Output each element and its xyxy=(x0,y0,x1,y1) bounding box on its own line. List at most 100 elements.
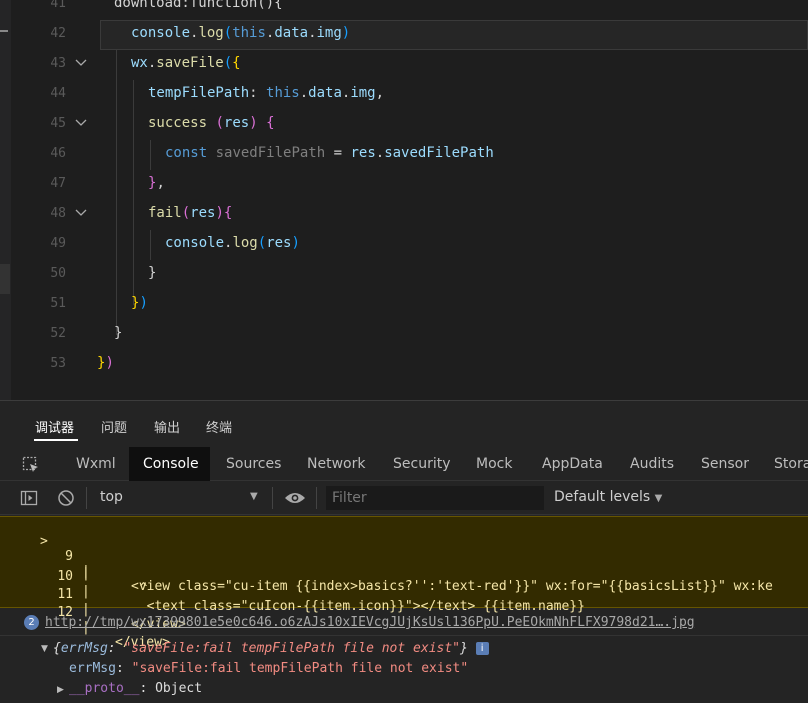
tab-debugger[interactable]: 调试器 xyxy=(35,417,74,436)
tab-audits[interactable]: Audits xyxy=(630,456,674,472)
line-number: 41 xyxy=(50,0,66,11)
code-text: tempFilePath: this.data.img, xyxy=(148,85,385,101)
code-text: wx.saveFile({ xyxy=(131,55,241,71)
code-line-52[interactable]: 52 } xyxy=(11,320,808,350)
code-line-44[interactable]: 44 tempFilePath: this.data.img, xyxy=(11,80,808,110)
line-number: 44 xyxy=(50,86,66,101)
fold-chevron-icon[interactable] xyxy=(75,119,87,127)
clear-console-icon[interactable] xyxy=(57,489,75,511)
code-text: }) xyxy=(97,355,114,371)
code-line-53[interactable]: 53 }) xyxy=(11,350,808,380)
expand-triangle-icon[interactable]: ▶ xyxy=(57,685,64,695)
dropdown-arrow-icon: ▼ xyxy=(654,493,663,504)
repeat-count-badge: 2 xyxy=(24,615,39,630)
tab-security[interactable]: Security xyxy=(393,456,451,472)
tab-console[interactable]: Console xyxy=(143,456,199,472)
line-number: 45 xyxy=(50,116,66,131)
tab-mock[interactable]: Mock xyxy=(476,456,512,472)
tab-network[interactable]: Network xyxy=(307,456,365,472)
summary-key: errMsg xyxy=(60,641,108,656)
tab-storage[interactable]: Stora xyxy=(774,456,808,472)
console-toolbar: top ▼ Default levels ▼ xyxy=(0,481,808,515)
code-text: }) xyxy=(131,295,148,311)
code-text: console.log(this.data.img) xyxy=(131,25,351,41)
context-selector[interactable]: top xyxy=(100,489,123,505)
code-text: } xyxy=(114,325,123,341)
line-number: 43 xyxy=(50,56,66,71)
tab-sources[interactable]: Sources xyxy=(226,456,281,472)
code-text: }, xyxy=(148,175,165,191)
code-editor[interactable]: 41 download:function(){ 42 console.log(t… xyxy=(0,0,808,400)
code-line-45[interactable]: 45 success (res) { xyxy=(11,110,808,140)
line-number: 50 xyxy=(50,266,66,281)
log-levels-label: Default levels xyxy=(554,489,651,505)
object-proto[interactable]: __proto__: Object xyxy=(69,681,202,696)
fold-chevron-icon[interactable] xyxy=(75,209,87,217)
code-line-51[interactable]: 51 }) xyxy=(11,290,808,320)
warning-line: > 9 | <view class="cu-item {{index>basic… xyxy=(0,519,808,594)
code-line-48[interactable]: 48 fail(res){ xyxy=(11,200,808,230)
line-number: 48 xyxy=(50,206,66,221)
line-number: 51 xyxy=(50,296,66,311)
expand-triangle-icon[interactable]: ▼ xyxy=(41,644,48,654)
code-text: success (res) { xyxy=(148,115,275,131)
code-text: fail(res){ xyxy=(148,205,233,221)
devtools-panel: 调试器 问题 输出 终端 Wxml Console Sources Networ… xyxy=(0,400,808,703)
line-number: 46 xyxy=(50,146,66,161)
console-object-entry: ▼ {errMsg: "saveFile:fail tempFilePath f… xyxy=(0,638,808,703)
scroll-marker xyxy=(0,264,10,294)
warning-line: 12 | </view> xyxy=(0,590,808,650)
filter-input[interactable] xyxy=(326,486,544,510)
code-line-47[interactable]: 47 }, xyxy=(11,170,808,200)
summary-value: "saveFile:fail tempFilePath file not exi… xyxy=(123,641,460,656)
code-line-49[interactable]: 49 console.log(res) xyxy=(11,230,808,260)
code-text: download:function(){ xyxy=(114,0,283,11)
tab-problems[interactable]: 问题 xyxy=(101,417,127,436)
code-line-41[interactable]: 41 download:function(){ xyxy=(11,0,808,20)
code-text: console.log(res) xyxy=(165,235,300,251)
code-line-46[interactable]: 46 const savedFilePath = res.savedFilePa… xyxy=(11,140,808,170)
toolbar-divider xyxy=(316,487,317,509)
warning-line: | ^ xyxy=(0,536,808,596)
line-number: 49 xyxy=(50,236,66,251)
sidebar-toggle-icon[interactable] xyxy=(20,489,38,511)
info-badge-icon[interactable]: i xyxy=(475,642,489,655)
log-levels-dropdown[interactable]: Default levels ▼ xyxy=(554,489,662,505)
proto-key: __proto__ xyxy=(69,681,140,696)
code-line-42[interactable]: 42 console.log(this.data.img) xyxy=(11,20,808,50)
object-summary[interactable]: {errMsg: "saveFile:fail tempFilePath fil… xyxy=(53,641,489,656)
tab-terminal[interactable]: 终端 xyxy=(206,417,232,436)
toolbar-divider xyxy=(272,487,273,509)
line-number: 42 xyxy=(50,26,66,41)
dropdown-arrow-icon[interactable]: ▼ xyxy=(250,491,258,502)
property-value: "saveFile:fail tempFilePath file not exi… xyxy=(131,661,469,676)
editor-gutter-strip xyxy=(0,0,11,400)
tab-wxml[interactable]: Wxml xyxy=(76,456,116,472)
console-log-entry: 2 http://tmp/wx17399801e5e0c646.o6zAJs10… xyxy=(0,610,808,636)
tab-appdata[interactable]: AppData xyxy=(542,456,603,472)
fold-chevron-icon[interactable] xyxy=(75,59,87,67)
inspect-element-icon[interactable] xyxy=(22,456,40,474)
warning-line: 10 | <text class="cuIcon-{{item.icon}}">… xyxy=(0,554,808,614)
line-number: 52 xyxy=(50,326,66,341)
tab-sensor[interactable]: Sensor xyxy=(701,456,749,472)
code-text: const savedFilePath = res.savedFilePath xyxy=(165,145,494,161)
warning-line: 11 | </view> xyxy=(0,572,808,632)
code-line-43[interactable]: 43 wx.saveFile({ xyxy=(11,50,808,80)
devtools-panel-tabs: Wxml Console Sources Network Security Mo… xyxy=(0,447,808,481)
temp-file-link[interactable]: http://tmp/wx17399801e5e0c646.o6zAJs10xI… xyxy=(45,615,695,630)
toolbar-divider xyxy=(86,487,87,509)
eye-icon[interactable] xyxy=(284,490,306,510)
line-number: 53 xyxy=(50,356,66,371)
proto-value: Object xyxy=(155,681,203,696)
gutter-marker xyxy=(0,30,8,32)
debugger-tabs: 调试器 问题 输出 终端 xyxy=(0,401,808,447)
active-tab-underline xyxy=(34,439,78,441)
line-number: 47 xyxy=(50,176,66,191)
console-warning-message: > 9 | <view class="cu-item {{index>basic… xyxy=(0,516,808,650)
object-property: errMsg: "saveFile:fail tempFilePath file… xyxy=(69,661,469,676)
property-key: errMsg xyxy=(69,661,116,676)
code-text: } xyxy=(148,265,157,281)
code-line-50[interactable]: 50 } xyxy=(11,260,808,290)
tab-output[interactable]: 输出 xyxy=(154,417,180,436)
